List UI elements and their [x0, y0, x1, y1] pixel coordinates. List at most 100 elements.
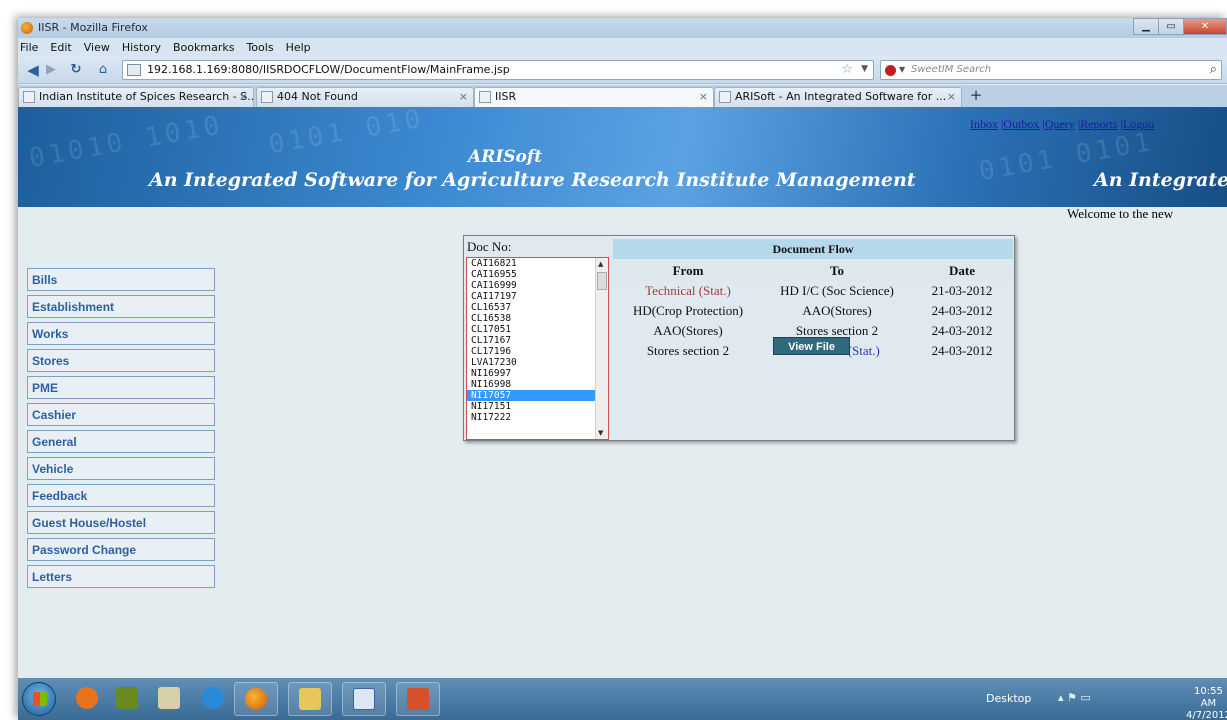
- menu-history[interactable]: History: [116, 41, 167, 54]
- app-taskbar-icon[interactable]: [156, 685, 182, 711]
- sidebar-item-vehicle[interactable]: Vehicle: [27, 457, 215, 480]
- word-taskbar-button[interactable]: [342, 682, 386, 716]
- desktop-toolbar-label[interactable]: Desktop: [986, 692, 1031, 705]
- site-identity-icon[interactable]: [127, 64, 141, 76]
- scroll-up-icon[interactable]: ▲: [598, 260, 603, 268]
- cell-from: HD(Crop Protection): [632, 303, 744, 318]
- firefox-taskbar-button[interactable]: [234, 682, 278, 716]
- sidebar-item-letters[interactable]: Letters: [27, 565, 215, 588]
- new-tab-icon[interactable]: +: [966, 87, 986, 105]
- doc-list-item[interactable]: CAI16955: [467, 269, 608, 280]
- doc-list-item[interactable]: NI16998: [467, 379, 608, 390]
- menu-bookmarks[interactable]: Bookmarks: [167, 41, 240, 54]
- powerpoint-icon: [407, 688, 429, 710]
- system-tray-icons[interactable]: ▴ ⚑ ▭: [1058, 691, 1091, 704]
- page-icon: [261, 91, 273, 103]
- tab-iisr-active[interactable]: IISR ×: [474, 87, 714, 107]
- media-player-taskbar-icon[interactable]: [74, 685, 100, 711]
- sidebar-item-guest-house-hostel[interactable]: Guest House/Hostel: [27, 511, 215, 534]
- doc-list-item[interactable]: NI16997: [467, 368, 608, 379]
- windows-taskbar: Desktop ▴ ⚑ ▭ 10:55 AM 4/7/2012: [18, 678, 1227, 720]
- engine-dropdown-icon[interactable]: ▼: [899, 65, 905, 74]
- sidebar-item-general[interactable]: General: [27, 430, 215, 453]
- browser-window: IISR - Mozilla Firefox ▁ ▭ ✕ File Edit V…: [18, 18, 1227, 720]
- search-icon[interactable]: ⌕: [1210, 62, 1217, 77]
- tool-icon: [158, 687, 180, 709]
- sidebar-item-establishment[interactable]: Establishment: [27, 295, 215, 318]
- sidebar-item-stores[interactable]: Stores: [27, 349, 215, 372]
- forward-icon[interactable]: ▶: [44, 60, 58, 80]
- cell-from[interactable]: Technical (Stat.): [613, 281, 763, 301]
- tab-close-icon[interactable]: ×: [947, 88, 956, 106]
- url-text[interactable]: 192.168.1.169:8080/IISRDOCFLOW/DocumentF…: [147, 63, 510, 76]
- minimize-button[interactable]: ▁: [1133, 18, 1159, 35]
- doc-list-item[interactable]: CL17196: [467, 346, 608, 357]
- tab-close-icon[interactable]: ×: [239, 88, 248, 106]
- tab-close-icon[interactable]: ×: [699, 88, 708, 106]
- listbox-scrollbar[interactable]: ▲ ▼: [595, 258, 608, 439]
- sidebar-item-works[interactable]: Works: [27, 322, 215, 345]
- close-button[interactable]: ✕: [1183, 18, 1227, 35]
- search-placeholder[interactable]: SweetIM Search: [911, 64, 991, 75]
- link-reports[interactable]: Reports: [1080, 117, 1117, 131]
- sidebar-item-password-change[interactable]: Password Change: [27, 538, 215, 561]
- cell-date: 24-03-2012: [931, 343, 993, 358]
- powerpoint-taskbar-button[interactable]: [396, 682, 440, 716]
- doc-list-item[interactable]: CAI16999: [467, 280, 608, 291]
- tab-close-icon[interactable]: ×: [459, 88, 468, 106]
- maximize-button[interactable]: ▭: [1158, 18, 1184, 35]
- sidebar-item-pme[interactable]: PME: [27, 376, 215, 399]
- welcome-text: Welcome to the new: [1067, 206, 1174, 221]
- dreamweaver-taskbar-icon[interactable]: [114, 685, 140, 711]
- menu-file[interactable]: File: [18, 41, 44, 54]
- firefox-icon: [245, 688, 267, 710]
- doc-list-item[interactable]: NI17057: [467, 390, 608, 401]
- reload-icon[interactable]: ↻: [66, 60, 86, 80]
- doc-list-item[interactable]: NI17151: [467, 401, 608, 412]
- tab-iisr-spices[interactable]: Indian Institute of Spices Research - S.…: [18, 87, 254, 107]
- page-icon: [479, 91, 491, 103]
- cell-date: 21-03-2012: [931, 283, 993, 298]
- history-dropdown-icon[interactable]: ▼: [861, 64, 868, 74]
- menu-tools[interactable]: Tools: [240, 41, 279, 54]
- doc-list-item[interactable]: CL16538: [467, 313, 608, 324]
- doc-list-item[interactable]: NI17222: [467, 412, 608, 423]
- doc-list-item[interactable]: CAI16821: [467, 258, 608, 269]
- scroll-down-icon[interactable]: ▼: [598, 429, 603, 437]
- scroll-thumb[interactable]: [597, 272, 607, 290]
- tab-arisoft[interactable]: ARISoft - An Integrated Software for ...…: [714, 87, 962, 107]
- search-engine-icon[interactable]: [885, 65, 896, 76]
- sidebar-item-cashier[interactable]: Cashier: [27, 403, 215, 426]
- home-icon[interactable]: ⌂: [92, 60, 114, 80]
- clock[interactable]: 10:55 AM 4/7/2012: [1186, 686, 1227, 720]
- menu-bar: File Edit View History Bookmarks Tools H…: [18, 38, 1227, 56]
- menu-view[interactable]: View: [78, 41, 116, 54]
- explorer-taskbar-button[interactable]: [288, 682, 332, 716]
- sidebar-item-feedback[interactable]: Feedback: [27, 484, 215, 507]
- doc-list-item[interactable]: CL17051: [467, 324, 608, 335]
- bookmark-star-icon[interactable]: ☆: [841, 62, 853, 77]
- doc-list-item[interactable]: CL16537: [467, 302, 608, 313]
- banner-decoration: 01010 1010: [26, 110, 226, 174]
- link-query[interactable]: Query: [1045, 117, 1075, 131]
- doc-list-item[interactable]: CAI17197: [467, 291, 608, 302]
- url-bar[interactable]: 192.168.1.169:8080/IISRDOCFLOW/DocumentF…: [122, 60, 874, 80]
- tab-404[interactable]: 404 Not Found ×: [256, 87, 474, 107]
- page-icon: [719, 91, 731, 103]
- menu-edit[interactable]: Edit: [44, 41, 77, 54]
- sidebar-item-bills[interactable]: Bills: [27, 268, 215, 291]
- tab-label: ARISoft - An Integrated Software for ...: [735, 90, 947, 103]
- doc-list-item[interactable]: CL17167: [467, 335, 608, 346]
- search-bar[interactable]: ▼ SweetIM Search ⌕: [880, 60, 1222, 80]
- link-logout[interactable]: Logou: [1123, 117, 1154, 131]
- ie-taskbar-icon[interactable]: [200, 685, 226, 711]
- menu-help[interactable]: Help: [280, 41, 317, 54]
- link-outbox[interactable]: Outbox: [1003, 117, 1039, 131]
- view-file-button[interactable]: View File: [773, 337, 850, 355]
- start-button[interactable]: [22, 682, 56, 716]
- link-inbox[interactable]: Inbox: [970, 117, 998, 131]
- back-icon[interactable]: ◀: [22, 60, 44, 80]
- doc-number-listbox[interactable]: CAI16821 CAI16955 CAI16999 CAI17197 CL16537 C…: [466, 257, 609, 440]
- word-icon: [353, 688, 375, 710]
- doc-list-item[interactable]: LVA17230: [467, 357, 608, 368]
